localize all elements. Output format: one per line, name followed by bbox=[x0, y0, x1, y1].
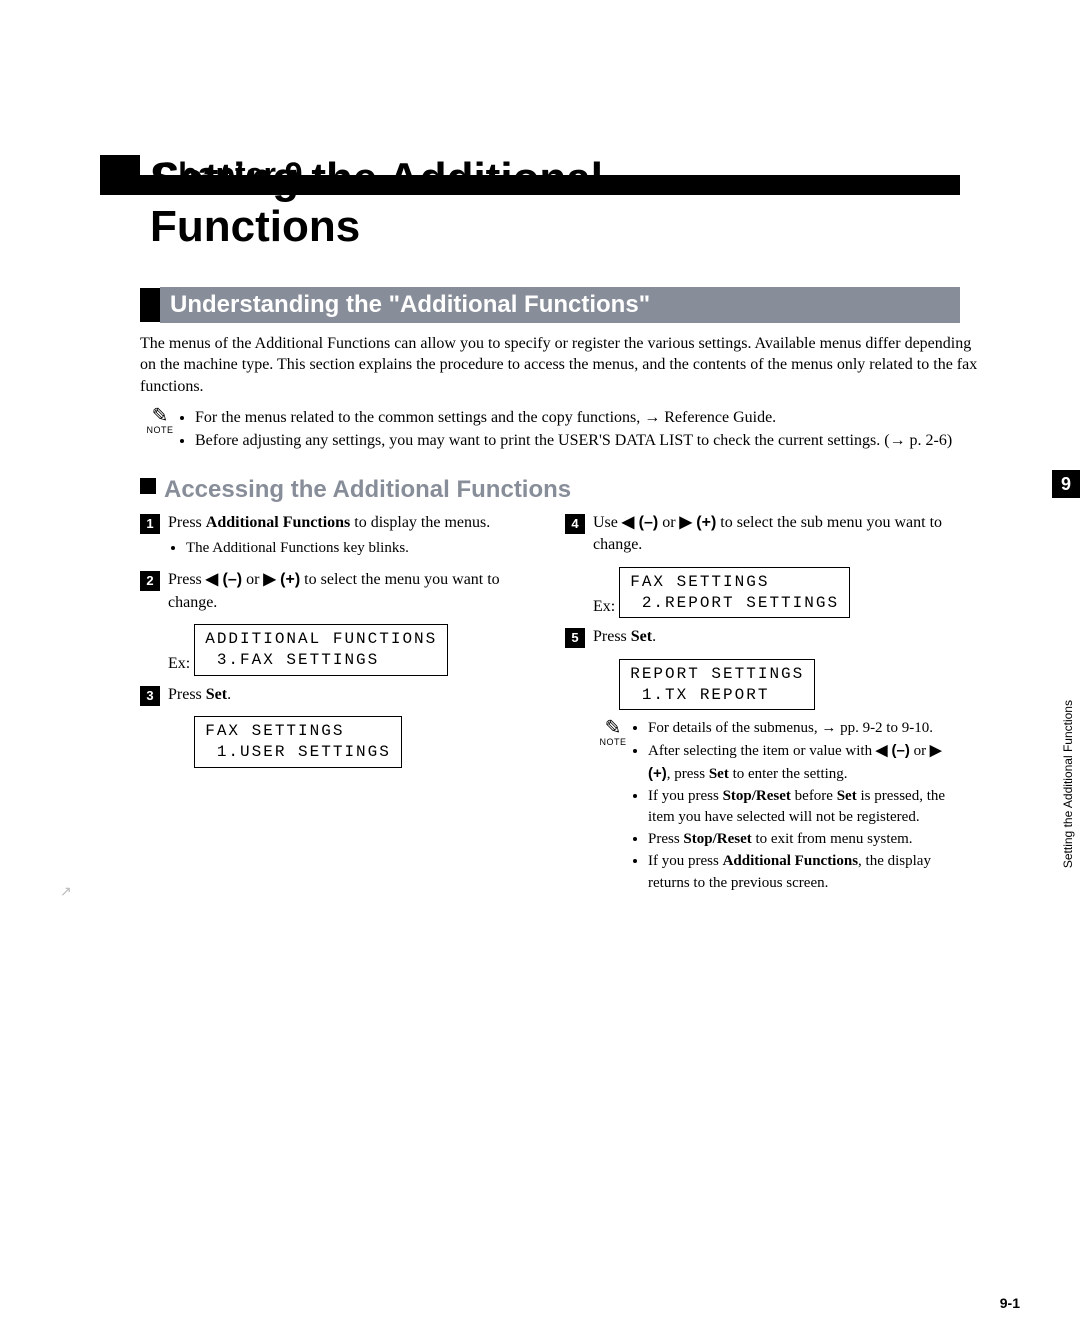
step-bullet: The Additional Functions key blinks. bbox=[186, 538, 535, 559]
step-text: . bbox=[652, 628, 656, 645]
top-note-item: For the menus related to the common sett… bbox=[195, 406, 952, 429]
lcd-display: FAX SETTINGS 2.REPORT SETTINGS bbox=[619, 567, 850, 619]
lcd-line2: 3.FAX SETTINGS bbox=[205, 651, 379, 669]
note-item: Press Stop/Reset to exit from menu syste… bbox=[648, 829, 960, 851]
note-icon: ✎ NOTE bbox=[140, 406, 180, 452]
chapter-side-label: Setting the Additional Functions bbox=[1061, 700, 1075, 868]
key-name: Set bbox=[206, 686, 227, 703]
step-text: or bbox=[658, 514, 679, 531]
top-note-block: ✎ NOTE For the menus related to the comm… bbox=[140, 406, 960, 452]
chapter-header: Chapter 9 Setting the Additional Functio… bbox=[100, 155, 960, 252]
step-3: 3 Press Set. bbox=[140, 684, 535, 706]
lcd-line1: FAX SETTINGS bbox=[205, 722, 344, 740]
lcd-example-2: Ex: ADDITIONAL FUNCTIONS 3.FAX SETTINGS bbox=[168, 624, 535, 676]
top-note-item: Before adjusting any settings, you may w… bbox=[195, 429, 952, 452]
step-number-icon: 1 bbox=[140, 514, 160, 534]
subsection-title: Accessing the Additional Functions bbox=[164, 476, 571, 503]
lcd-display: REPORT SETTINGS 1.TX REPORT bbox=[619, 659, 815, 711]
lcd-line2: 2.REPORT SETTINGS bbox=[630, 594, 839, 612]
left-column: 1 Press Additional Functions to display … bbox=[140, 512, 535, 894]
step-number-icon: 3 bbox=[140, 686, 160, 706]
step-5: 5 Press Set. bbox=[565, 626, 960, 648]
example-label: Ex: bbox=[168, 653, 190, 675]
step-1: 1 Press Additional Functions to display … bbox=[140, 512, 535, 559]
pencil-icon: ✎ bbox=[140, 406, 180, 426]
lcd-line2: 1.TX REPORT bbox=[630, 686, 769, 704]
key-name: Additional Functions bbox=[206, 514, 350, 531]
note-item: After selecting the item or value with ◀… bbox=[648, 740, 960, 786]
note-item: If you press Stop/Reset before Set is pr… bbox=[648, 786, 960, 830]
section-tab-icon bbox=[140, 288, 160, 322]
chapter-side-tab: 9 bbox=[1052, 470, 1080, 498]
step-text: . bbox=[227, 686, 231, 703]
section-title: Understanding the "Additional Functions" bbox=[160, 287, 960, 323]
step-text: Press bbox=[168, 686, 206, 703]
chapter-label: Chapter 9 bbox=[155, 156, 303, 193]
example-label: Ex: bbox=[593, 596, 615, 618]
note-item: If you press Additional Functions, the d… bbox=[648, 851, 960, 895]
step-4: 4 Use ◀ (–) or ▶ (+) to select the sub m… bbox=[565, 512, 960, 557]
step-number-icon: 4 bbox=[565, 514, 585, 534]
step-text: or bbox=[242, 571, 263, 588]
step-2: 2 Press ◀ (–) or ▶ (+) to select the men… bbox=[140, 569, 535, 614]
lcd-example-5: Ex: REPORT SETTINGS 1.TX REPORT bbox=[593, 659, 960, 711]
lcd-display: FAX SETTINGS 1.USER SETTINGS bbox=[194, 716, 402, 768]
note-icon: ✎ NOTE bbox=[593, 718, 633, 894]
page-number: 9-1 bbox=[1000, 1295, 1020, 1311]
note-label: NOTE bbox=[140, 426, 180, 435]
bottom-note-block: ✎ NOTE For details of the submenus, → pp… bbox=[593, 718, 960, 894]
bottom-note-list: For details of the submenus, → pp. 9-2 t… bbox=[633, 718, 960, 894]
step-text: to display the menus. bbox=[350, 514, 490, 531]
key-name: ▶ (+) bbox=[263, 571, 300, 588]
intro-paragraph: The menus of the Additional Functions ca… bbox=[140, 333, 990, 398]
square-bullet-icon bbox=[140, 478, 156, 494]
note-item: For details of the submenus, → pp. 9-2 t… bbox=[648, 718, 960, 740]
lcd-line1: ADDITIONAL FUNCTIONS bbox=[205, 630, 437, 648]
lcd-line1: REPORT SETTINGS bbox=[630, 665, 804, 683]
step-text: Press bbox=[168, 514, 206, 531]
pencil-icon: ✎ bbox=[593, 718, 633, 738]
step-text: Use bbox=[593, 514, 622, 531]
chapter-title-line2: Functions bbox=[150, 202, 360, 251]
lcd-example-3: Ex: FAX SETTINGS 1.USER SETTINGS bbox=[168, 716, 535, 768]
lcd-example-4: Ex: FAX SETTINGS 2.REPORT SETTINGS bbox=[593, 567, 960, 619]
step-text: Press bbox=[168, 571, 206, 588]
lcd-display: ADDITIONAL FUNCTIONS 3.FAX SETTINGS bbox=[194, 624, 448, 676]
note-label: NOTE bbox=[593, 738, 633, 747]
step-number-icon: 2 bbox=[140, 571, 160, 591]
key-name: ◀ (–) bbox=[622, 514, 658, 531]
step-text: Press bbox=[593, 628, 631, 645]
key-name: Set bbox=[631, 628, 652, 645]
lcd-line2: 1.USER SETTINGS bbox=[205, 743, 391, 761]
top-note-list: For the menus related to the common sett… bbox=[180, 406, 952, 452]
subsection-heading: Accessing the Additional Functions bbox=[140, 476, 1020, 504]
step-number-icon: 5 bbox=[565, 628, 585, 648]
chapter-square-icon bbox=[100, 155, 140, 195]
lcd-line1: FAX SETTINGS bbox=[630, 573, 769, 591]
key-name: ◀ (–) bbox=[206, 571, 242, 588]
section-heading: Understanding the "Additional Functions" bbox=[140, 287, 960, 323]
ghost-arrow-icon: ↗ bbox=[60, 884, 72, 901]
key-name: ▶ (+) bbox=[680, 514, 717, 531]
right-column: 4 Use ◀ (–) or ▶ (+) to select the sub m… bbox=[565, 512, 960, 894]
